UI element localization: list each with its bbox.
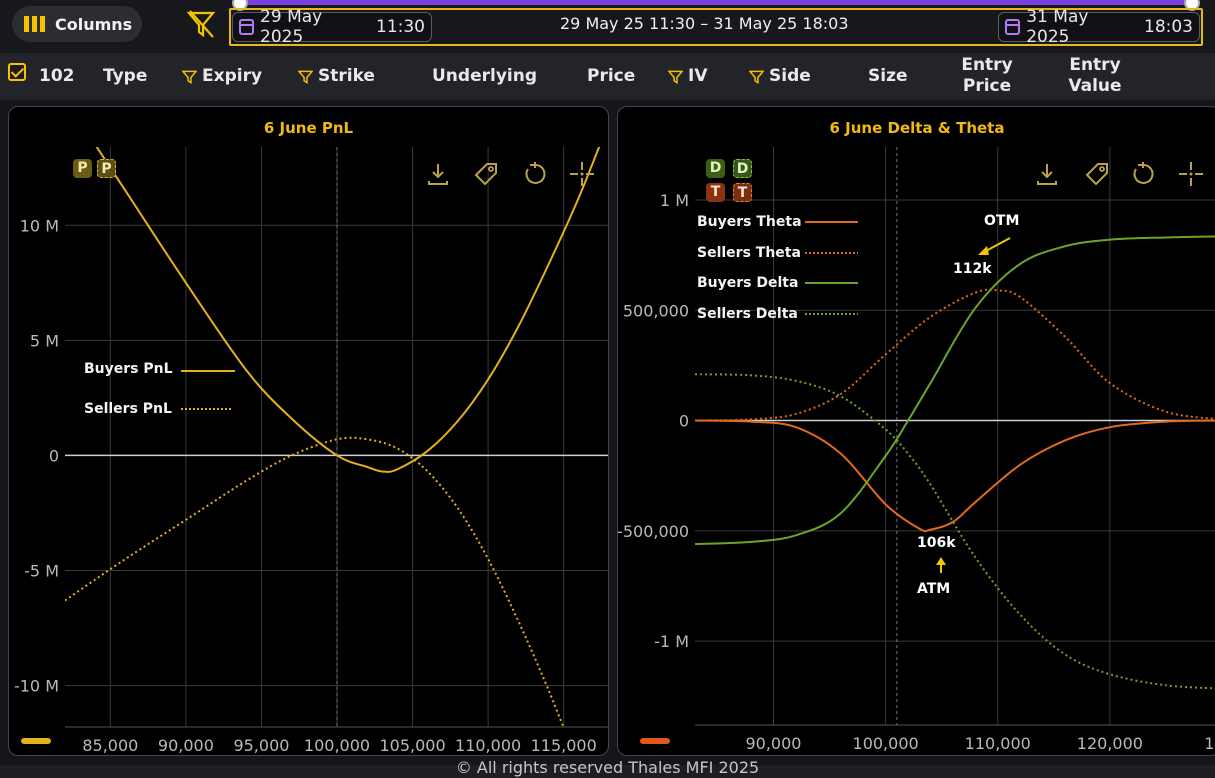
column-header-size[interactable]: Size — [868, 66, 908, 87]
y-tick-label: -1 M — [654, 632, 689, 651]
column-header-strike[interactable]: Strike — [298, 66, 375, 87]
x-tick-label: 95,000 — [233, 736, 289, 755]
column-header-price[interactable]: Price — [587, 66, 635, 87]
row-count: 102 — [39, 66, 75, 86]
x-tick-label: 90,000 — [158, 736, 214, 755]
clear-filter-icon[interactable] — [185, 8, 217, 40]
theta-badge-t2[interactable]: T — [733, 183, 752, 202]
column-header-entry-value[interactable]: Entry Value — [1066, 55, 1124, 97]
start-time: 11:30 — [376, 17, 425, 37]
x-tick-label: 100,000 — [853, 734, 919, 753]
theta-badge-t1[interactable]: T — [706, 183, 725, 202]
legend-sellers-delta[interactable]: Sellers Delta — [697, 306, 798, 322]
pnl-color-indicator — [21, 738, 51, 744]
y-tick-label: 500,000 — [623, 301, 689, 320]
atm-label: ATM — [917, 581, 951, 597]
x-tick-label: 130, — [1204, 734, 1215, 753]
copyright-footer: © All rights reserved Thales MFI 2025 — [455, 758, 760, 777]
x-tick-label: 115,000 — [531, 736, 597, 755]
start-date-picker[interactable]: 29 May 2025 11:30 — [232, 7, 432, 47]
column-header-type[interactable]: Type — [103, 66, 147, 87]
legend-sellers-theta[interactable]: Sellers Theta — [697, 245, 801, 261]
column-header-entry-price[interactable]: Entry Price — [955, 55, 1019, 97]
crosshair-icon[interactable] — [1178, 161, 1204, 187]
columns-button[interactable]: Columns — [12, 6, 142, 42]
x-tick-label: 110,000 — [455, 736, 521, 755]
delta-theta-chart-panel: 6 June Delta & Theta 90,000 100,000 110,00… — [617, 106, 1215, 756]
date-range-text: 29 May 25 11:30 – 31 May 25 18:03 — [560, 14, 849, 33]
y-tick-label: 0 — [49, 446, 59, 465]
atm-strike-value: 106k — [917, 535, 956, 551]
filter-icon[interactable] — [298, 69, 313, 85]
column-header-side[interactable]: Side — [749, 66, 811, 87]
column-header-iv[interactable]: IV — [668, 66, 707, 87]
select-all-checkbox[interactable] — [8, 63, 26, 81]
crosshair-icon[interactable] — [569, 161, 595, 187]
y-tick-label: 0 — [679, 412, 689, 431]
legend-sellers-pnl[interactable]: Sellers PnL — [84, 401, 172, 417]
download-icon[interactable] — [425, 161, 451, 187]
x-tick-label: 100,000 — [304, 736, 370, 755]
table-header-row: 102 Type Expiry Strike Underlying Price … — [0, 53, 1215, 101]
x-tick-label: 105,000 — [379, 736, 445, 755]
y-tick-label: -5 M — [24, 561, 59, 580]
end-date-picker[interactable]: 31 May 2025 18:03 — [998, 7, 1200, 47]
calendar-icon — [239, 19, 255, 35]
filter-icon[interactable] — [668, 69, 683, 85]
theta-color-indicator — [640, 738, 670, 744]
start-date: 29 May 2025 — [260, 7, 323, 47]
x-tick-label: 120,000 — [1077, 734, 1143, 753]
column-header-underlying[interactable]: Underlying — [432, 66, 537, 87]
pnl-badge-p1[interactable]: P — [73, 159, 92, 178]
pnl-chart-panel: 6 June PnL 85,000 90,000 95,000 100,000 105,… — [8, 106, 609, 756]
pnl-chart: 85,000 90,000 95,000 100,000 105,000 110,000 1… — [14, 147, 608, 755]
delta-badge-d2[interactable]: D — [733, 159, 752, 178]
x-tick-label: 90,000 — [745, 734, 801, 753]
tag-icon[interactable] — [1084, 161, 1110, 187]
y-tick-label: -10 M — [14, 677, 59, 696]
y-tick-label: 1 M — [660, 191, 689, 210]
legend-buyers-pnl[interactable]: Buyers PnL — [84, 361, 173, 377]
legend-buyers-theta[interactable]: Buyers Theta — [697, 214, 802, 230]
filter-icon[interactable] — [182, 69, 197, 85]
delta-badge-d1[interactable]: D — [706, 159, 725, 178]
otm-strike-value: 112k — [953, 261, 992, 277]
end-date: 31 May 2025 — [1026, 7, 1089, 47]
columns-button-label: Columns — [55, 14, 133, 34]
date-range-slider[interactable] — [232, 0, 1200, 11]
columns-icon — [24, 16, 45, 32]
reset-icon[interactable] — [1130, 161, 1156, 187]
end-time: 18:03 — [1144, 17, 1193, 37]
filter-icon[interactable] — [749, 69, 764, 85]
download-icon[interactable] — [1034, 161, 1060, 187]
delta-theta-chart: 90,000 100,000 110,000 120,000 130, 1 M 500,00… — [618, 147, 1215, 753]
y-tick-label: 5 M — [30, 331, 59, 350]
x-tick-label: 85,000 — [82, 736, 138, 755]
y-tick-label: 10 M — [20, 216, 59, 235]
column-header-expiry[interactable]: Expiry — [182, 66, 262, 87]
x-tick-label: 110,000 — [965, 734, 1031, 753]
y-tick-label: -500,000 — [618, 522, 689, 541]
legend-buyers-delta[interactable]: Buyers Delta — [697, 275, 798, 291]
otm-label: OTM — [984, 213, 1020, 229]
calendar-icon — [1005, 19, 1021, 35]
tag-icon[interactable] — [473, 161, 499, 187]
pnl-badge-p2[interactable]: P — [97, 159, 116, 178]
reset-icon[interactable] — [522, 161, 548, 187]
